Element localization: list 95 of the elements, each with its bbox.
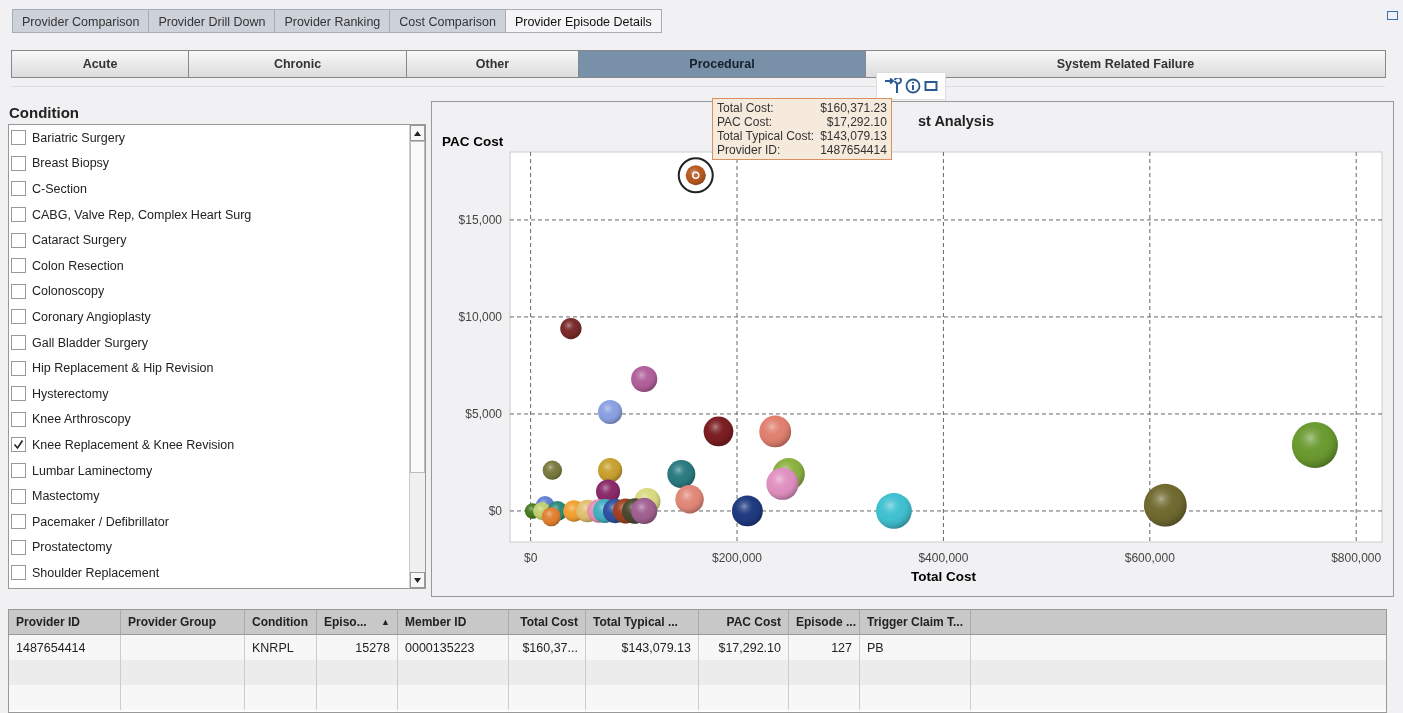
maximize-icon[interactable] [1387, 11, 1398, 20]
checkbox[interactable] [11, 514, 26, 530]
column-header[interactable]: Condition [245, 610, 317, 634]
scrollbar[interactable] [409, 125, 425, 588]
tooltip-value: 1487654414 [820, 143, 887, 157]
condition-label[interactable]: Breast Biopsy [32, 156, 110, 171]
condition-label[interactable]: Mastectomy [32, 489, 100, 504]
column-header[interactable]: Provider ID [9, 610, 121, 634]
condition-label[interactable]: CABG, Valve Rep, Complex Heart Surg [32, 207, 252, 222]
x-tick-label: $800,000 [1331, 551, 1382, 565]
column-header[interactable]: Trigger Claim T... [860, 610, 971, 634]
tooltip-label: PAC Cost: [717, 115, 774, 129]
tooltip-value: $160,371.23 [820, 101, 887, 115]
condition-label[interactable]: Pacemaker / Defibrillator [32, 514, 169, 529]
checkbox[interactable] [11, 386, 26, 402]
y-tick-label: $15,000 [458, 212, 502, 227]
y-axis-title: PAC Cost [442, 134, 504, 149]
chart-title: st Analysis [918, 113, 995, 129]
tooltip-value: $17,292.10 [825, 115, 887, 129]
checkbox[interactable] [11, 565, 26, 581]
condition-label[interactable]: C-Section [32, 182, 87, 196]
checkbox[interactable] [11, 232, 26, 248]
tooltip-label: Total Cost: [717, 101, 775, 115]
tooltip-label: Provider ID: [717, 143, 782, 157]
data-bubble[interactable] [703, 416, 734, 447]
checkbox[interactable] [11, 181, 26, 197]
maximize-icon[interactable] [924, 80, 938, 92]
checkbox[interactable] [11, 283, 26, 299]
tab[interactable]: Provider Episode Details [504, 9, 662, 33]
selected-data-bubble[interactable] [677, 157, 714, 194]
tooltip-value: $143,079.13 [820, 129, 887, 143]
column-header[interactable]: PAC Cost [699, 610, 789, 634]
data-bubble[interactable] [598, 458, 623, 483]
condition-label[interactable]: Knee Replacement & Knee Revision [32, 437, 235, 452]
x-tick-label: $0 [523, 551, 538, 565]
data-bubble[interactable] [667, 460, 696, 489]
x-tick-label: $200,000 [712, 551, 763, 565]
x-tick-label: $400,000 [918, 551, 969, 565]
checkbox[interactable] [11, 463, 26, 478]
sort-arrow: ▲ [381, 617, 390, 627]
condition-label[interactable]: Prostatectomy [32, 540, 112, 555]
condition-label[interactable]: Gall Bladder Surgery [32, 335, 149, 350]
column-header[interactable]: Episode ... [789, 610, 860, 634]
category-button[interactable]: System Related Failure [865, 50, 1386, 78]
column-header[interactable]: Total Typical ... [586, 610, 699, 634]
condition-label[interactable]: Bariatric Surgery [32, 130, 126, 145]
panel-title: Condition [8, 103, 80, 123]
data-bubble[interactable] [631, 497, 658, 525]
condition-label[interactable]: Colon Resection [32, 258, 124, 273]
column-header[interactable]: Episo... ▲ [317, 610, 398, 634]
column-header[interactable]: Provider Group [121, 610, 245, 634]
checkbox[interactable] [11, 488, 26, 504]
condition-label[interactable]: Colonoscopy [32, 284, 105, 299]
data-bubble[interactable] [542, 460, 562, 480]
tooltip-label: Total Typical Cost: [717, 129, 815, 143]
condition-label[interactable]: Coronary Angioplasty [32, 309, 151, 324]
data-bubble[interactable] [675, 485, 704, 514]
scroll-up-icon[interactable] [414, 130, 421, 136]
y-tick-label: $10,000 [458, 309, 502, 324]
category-button[interactable]: Other [406, 50, 579, 78]
condition-label[interactable]: Lumbar Laminectomy [32, 463, 153, 478]
info-icon[interactable] [905, 78, 921, 94]
category-button[interactable]: Chronic [188, 50, 407, 78]
checkbox[interactable] [11, 411, 26, 427]
condition-label[interactable]: Hip Replacement & Hip Revision [32, 361, 214, 376]
x-tick-label: $600,000 [1124, 551, 1175, 565]
tab[interactable]: Cost Comparison [389, 9, 506, 33]
column-header[interactable]: Total Cost [509, 610, 586, 634]
scroll-down-icon[interactable] [414, 577, 421, 583]
condition-label[interactable]: Cataract Surgery [32, 233, 127, 248]
checkbox[interactable] [11, 437, 26, 453]
data-bubble[interactable] [560, 317, 582, 340]
condition-label[interactable]: Hysterectomy [32, 386, 109, 401]
checkbox[interactable] [11, 360, 26, 376]
column-header[interactable]: Member ID [398, 610, 509, 634]
checkbox[interactable] [11, 130, 26, 146]
checkbox[interactable] [11, 335, 26, 351]
tab[interactable]: Provider Comparison [12, 9, 150, 33]
x-axis-title: Total Cost [910, 569, 976, 584]
tab[interactable]: Provider Ranking [274, 9, 391, 33]
condition-label[interactable]: Shoulder Replacement [32, 565, 160, 580]
category-button[interactable]: Procedural [578, 50, 866, 78]
checkbox[interactable] [11, 258, 26, 274]
data-bubble[interactable] [731, 495, 763, 527]
filter-icon[interactable] [884, 78, 902, 94]
checkbox[interactable] [11, 155, 26, 171]
data-bubble[interactable] [631, 365, 658, 393]
category-button[interactable]: Acute [11, 50, 189, 78]
checkbox[interactable] [11, 207, 26, 223]
y-tick-label: $5,000 [465, 406, 502, 421]
tab[interactable]: Provider Drill Down [148, 9, 276, 33]
checkbox[interactable] [11, 309, 26, 325]
y-tick-label: $0 [488, 503, 502, 518]
condition-label[interactable]: Knee Arthroscopy [32, 412, 131, 427]
checkbox[interactable] [11, 539, 26, 555]
